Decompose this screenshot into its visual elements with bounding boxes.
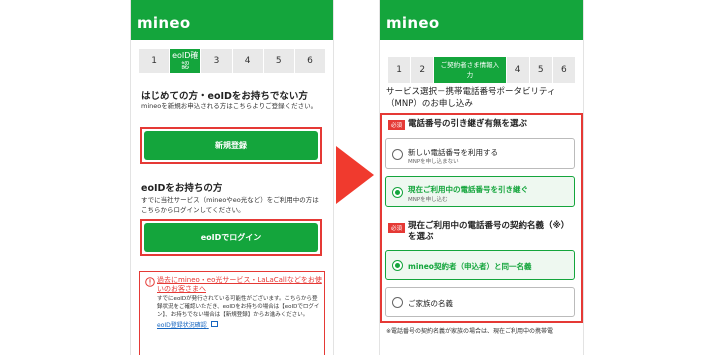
page-title: サービス選択－携帯電話番号ポータビリティ（MNP）のお申し込み: [386, 87, 556, 109]
step-6: 6: [307, 56, 313, 66]
step-5: 5: [530, 57, 553, 83]
app-header: mineo: [131, 0, 333, 40]
option-same-name[interactable]: mineo契約者（申込者）と同一名義: [385, 250, 575, 280]
existing-user-description: すでに当社サービス（mineoやeo光など）をご利用中の方はこちらからログインし…: [141, 196, 319, 214]
option-new-number[interactable]: 新しい電話番号を利用する MNPを申し込まない: [385, 138, 575, 169]
step-3-current: ご契約者さま情報入力: [434, 57, 507, 83]
step-1: 1: [388, 57, 412, 83]
q1-title: 電話番号の引き継ぎ有無を選ぶ: [408, 119, 528, 129]
radio-selected[interactable]: [392, 260, 403, 271]
radio-unselected[interactable]: [392, 297, 403, 308]
new-user-description: mineoを新規お申込される方はこちらよりご登録ください。: [141, 102, 318, 110]
right-screen: mineo 1 2 ご契約者さま情報入力 4 5 6 サービス選択－携帯電話番号…: [379, 0, 584, 355]
radio-selected[interactable]: [392, 187, 403, 198]
option-sublabel: MNPを申し込まない: [408, 159, 459, 165]
link-text: eoID登録状況確認: [157, 322, 207, 329]
step-3: 3: [201, 49, 233, 73]
step-6: 6: [561, 65, 567, 75]
option-family-name[interactable]: ご家族の名義: [385, 287, 575, 317]
alert-icon: [145, 277, 155, 287]
mineo-logo: mineo: [137, 14, 191, 32]
app-header: mineo: [380, 0, 583, 40]
step-4: 4: [233, 49, 264, 73]
eoid-login-button[interactable]: eoIDでログイン: [144, 223, 318, 252]
option-label: ご家族の名義: [408, 299, 453, 308]
past-user-notice: 過去にmineo・eo光サービス・LaLaCallなどをお使いのお客さまへ すで…: [139, 271, 325, 355]
radio-unselected[interactable]: [392, 149, 403, 160]
new-registration-button[interactable]: 新規登録: [144, 131, 318, 160]
progress-stepper: 1 2 ご契約者さま情報入力 4 5 6: [388, 57, 575, 83]
q2-title: 現在ご利用中の電話番号の契約名義（※）を選ぶ: [408, 221, 570, 242]
option-label: 現在ご利用中の電話番号を引き継ぐ: [408, 185, 528, 194]
next-arrow-icon: [336, 146, 374, 204]
option-sublabel: MNPを申し込む: [408, 197, 448, 203]
notice-title: 過去にmineo・eo光サービス・LaLaCallなどをお使いのお客さまへ: [157, 276, 322, 293]
left-screen: mineo 1 eoID確認 3 4 5 6 はじめての方・eoIDをお持ちでな…: [130, 0, 334, 355]
option-keep-number[interactable]: 現在ご利用中の電話番号を引き継ぐ MNPを申し込む: [385, 176, 575, 207]
new-user-heading: はじめての方・eoIDをお持ちでない方: [141, 91, 308, 102]
step-2-current: eoID確認: [170, 49, 202, 73]
step-5: 5: [264, 49, 295, 73]
step-2: 2: [411, 57, 435, 83]
mineo-logo: mineo: [386, 14, 440, 32]
existing-user-heading: eoIDをお持ちの方: [141, 183, 223, 194]
required-badge: 必須: [388, 120, 406, 130]
option-label: mineo契約者（申込者）と同一名義: [408, 262, 532, 271]
progress-stepper: 1 eoID確認 3 4 5 6: [139, 49, 325, 73]
notice-body: すでにeoIDが発行されている可能性がございます。こちらから登録状況をご確認いた…: [157, 296, 320, 318]
step-4: 4: [507, 57, 530, 83]
registration-status-link[interactable]: eoID登録状況確認: [157, 320, 218, 329]
external-window-icon: [210, 321, 218, 327]
step-1: 1: [139, 49, 171, 73]
required-badge: 必須: [388, 223, 406, 233]
footnote: ※電話番号の契約名義が家族の場合は、現在ご利用中の携帯電: [386, 328, 554, 335]
